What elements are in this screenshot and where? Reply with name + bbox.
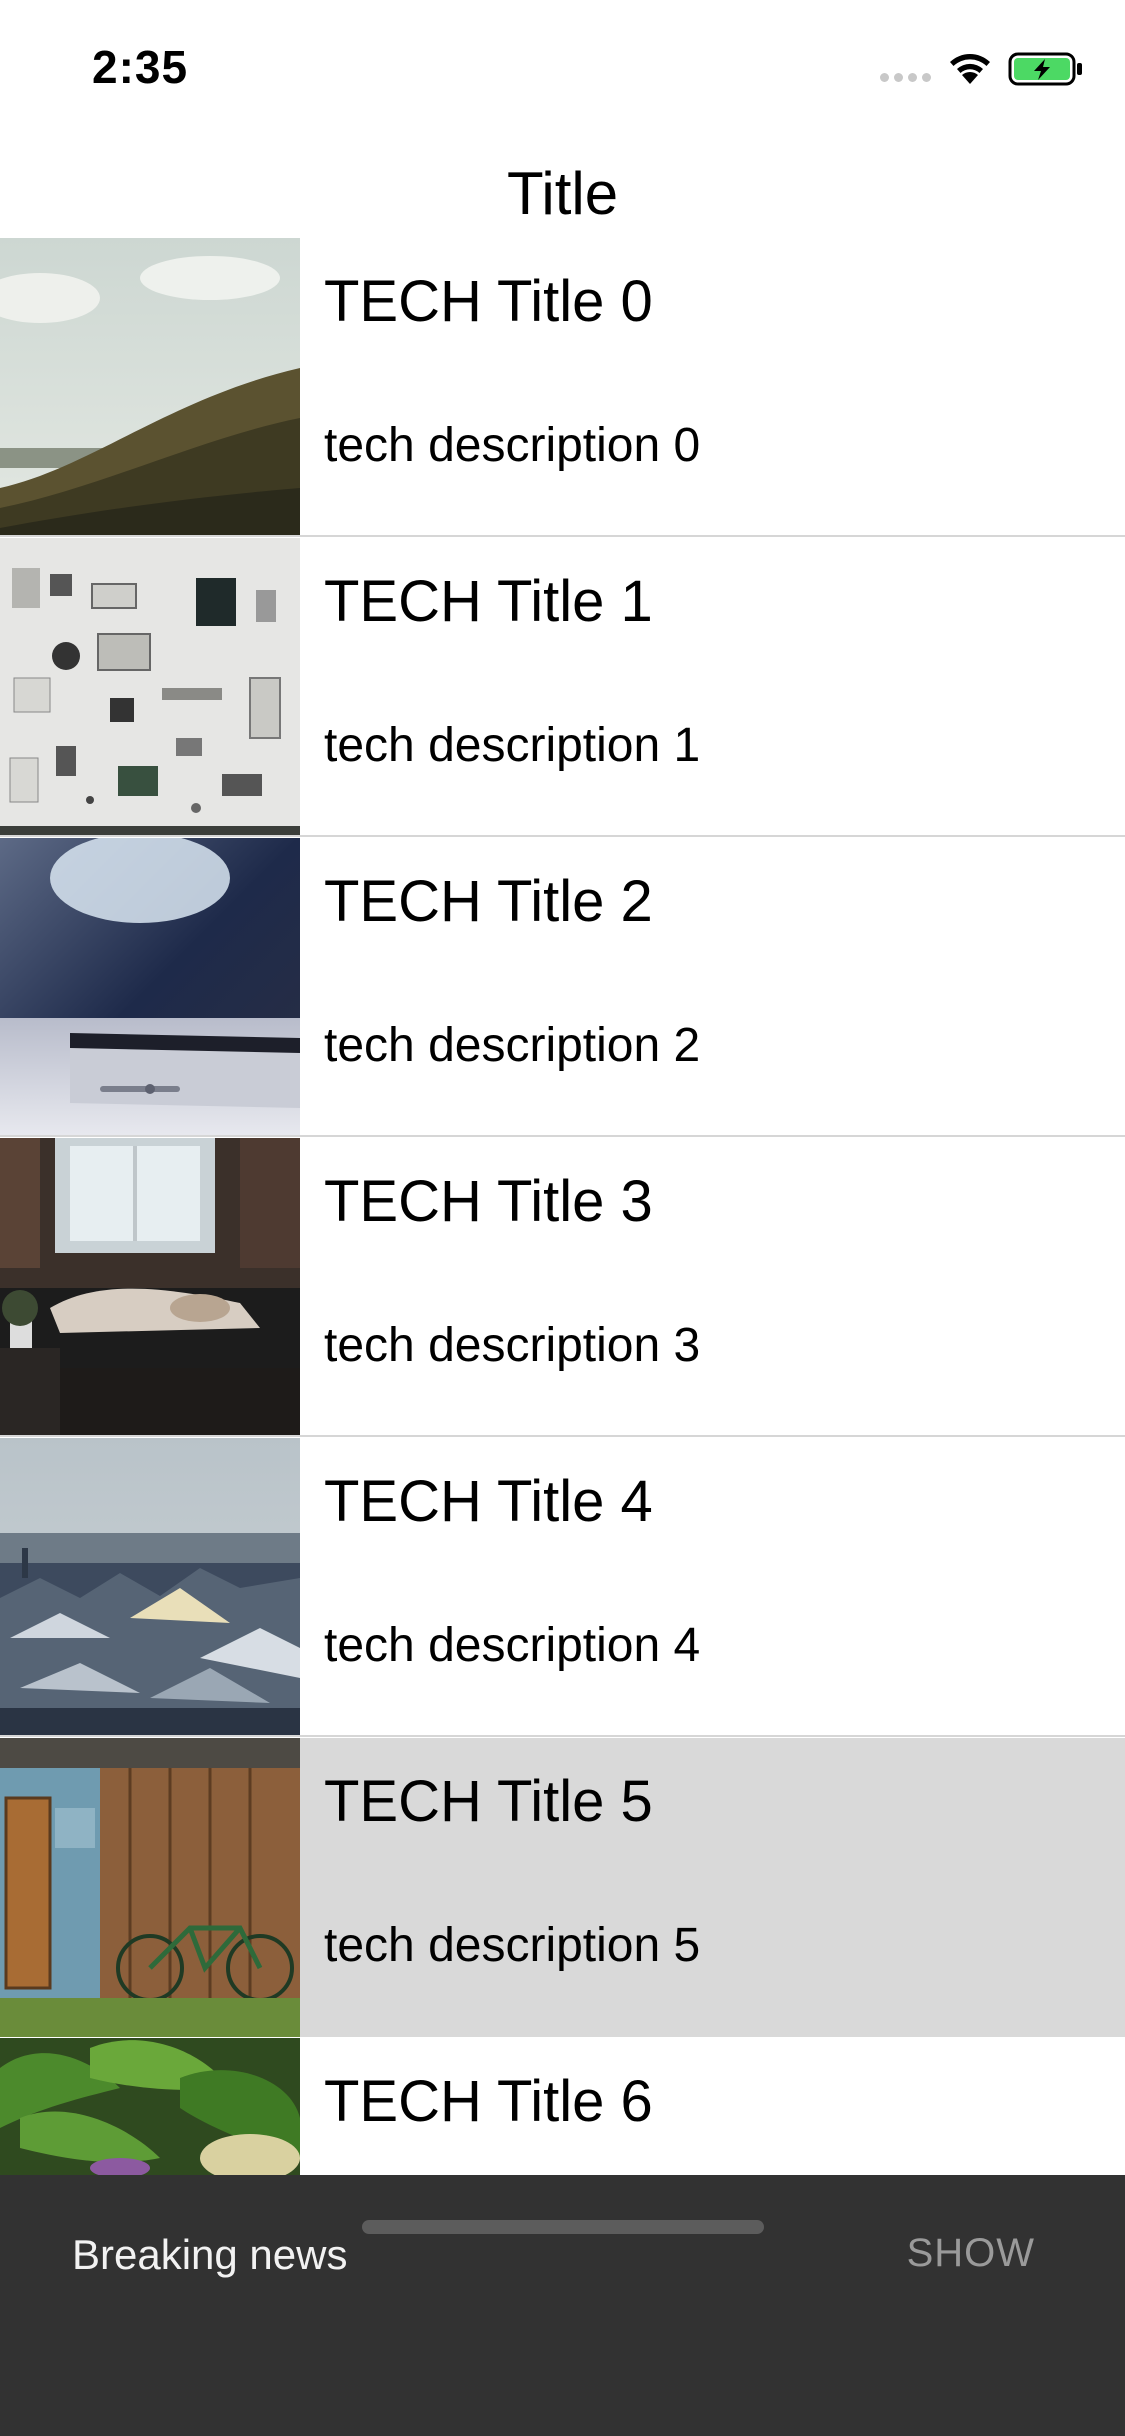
- show-button[interactable]: SHOW: [907, 2231, 1035, 2276]
- snackbar-message: Breaking news: [72, 2231, 348, 2278]
- list-item[interactable]: TECH Title 1 tech description 1: [0, 538, 1125, 837]
- row-divider: [0, 1135, 1125, 1137]
- list-item[interactable]: TECH Title 0 tech description 0: [0, 238, 1125, 537]
- item-title: TECH Title 3: [324, 1169, 653, 1234]
- item-description: tech description 3: [324, 1319, 701, 1372]
- smartphone-closeup-photo: [0, 838, 300, 1137]
- item-description: tech description 1: [324, 719, 701, 772]
- navigation-bar: Title: [0, 132, 1125, 238]
- city-rooftops-photo: [0, 1438, 300, 1737]
- item-description: tech description 4: [324, 1619, 701, 1672]
- item-title: TECH Title 2: [324, 869, 653, 934]
- row-divider: [0, 835, 1125, 837]
- snackbar: Breaking news SHOW: [0, 2175, 1125, 2436]
- page-title: Title: [506, 159, 619, 227]
- item-description: tech description 5: [324, 1919, 701, 1972]
- item-title: TECH Title 0: [324, 269, 653, 334]
- item-title: TECH Title 1: [324, 569, 653, 634]
- list-item[interactable]: TECH Title 5 tech description 5: [0, 1738, 1125, 2037]
- news-list[interactable]: TECH Title 0 tech description 0 TECH Tit…: [0, 238, 1125, 2175]
- row-divider: [0, 1435, 1125, 1437]
- item-description: tech description 2: [324, 1019, 701, 1072]
- cellular-signal-icon: [880, 73, 934, 83]
- list-item[interactable]: TECH Title 3 tech description 3: [0, 1138, 1125, 1437]
- person-on-sofa-photo: [0, 1138, 300, 1437]
- battery-charging-icon: [1008, 51, 1084, 87]
- green-vegetables-photo: [0, 2038, 300, 2175]
- row-divider: [0, 1735, 1125, 1737]
- home-indicator[interactable]: [362, 2220, 764, 2234]
- list-item[interactable]: TECH Title 6: [0, 2038, 1125, 2175]
- disassembled-camera-parts-photo: [0, 538, 300, 837]
- item-title: TECH Title 5: [324, 1769, 653, 1834]
- wifi-icon: [946, 50, 994, 86]
- app-screen: 2:35 Title TECH Title 0 tech description…: [0, 0, 1125, 2436]
- list-item[interactable]: TECH Title 4 tech description 4: [0, 1438, 1125, 1737]
- status-time: 2:35: [92, 41, 189, 93]
- hills-landscape-photo: [0, 238, 300, 537]
- status-bar: 2:35: [0, 0, 1125, 132]
- row-divider: [0, 535, 1125, 537]
- list-item[interactable]: TECH Title 2 tech description 2: [0, 838, 1125, 1137]
- wooden-shed-bicycle-photo: [0, 1738, 300, 2037]
- item-title: TECH Title 4: [324, 1469, 653, 1534]
- item-description: tech description 0: [324, 419, 701, 472]
- item-title: TECH Title 6: [324, 2069, 653, 2134]
